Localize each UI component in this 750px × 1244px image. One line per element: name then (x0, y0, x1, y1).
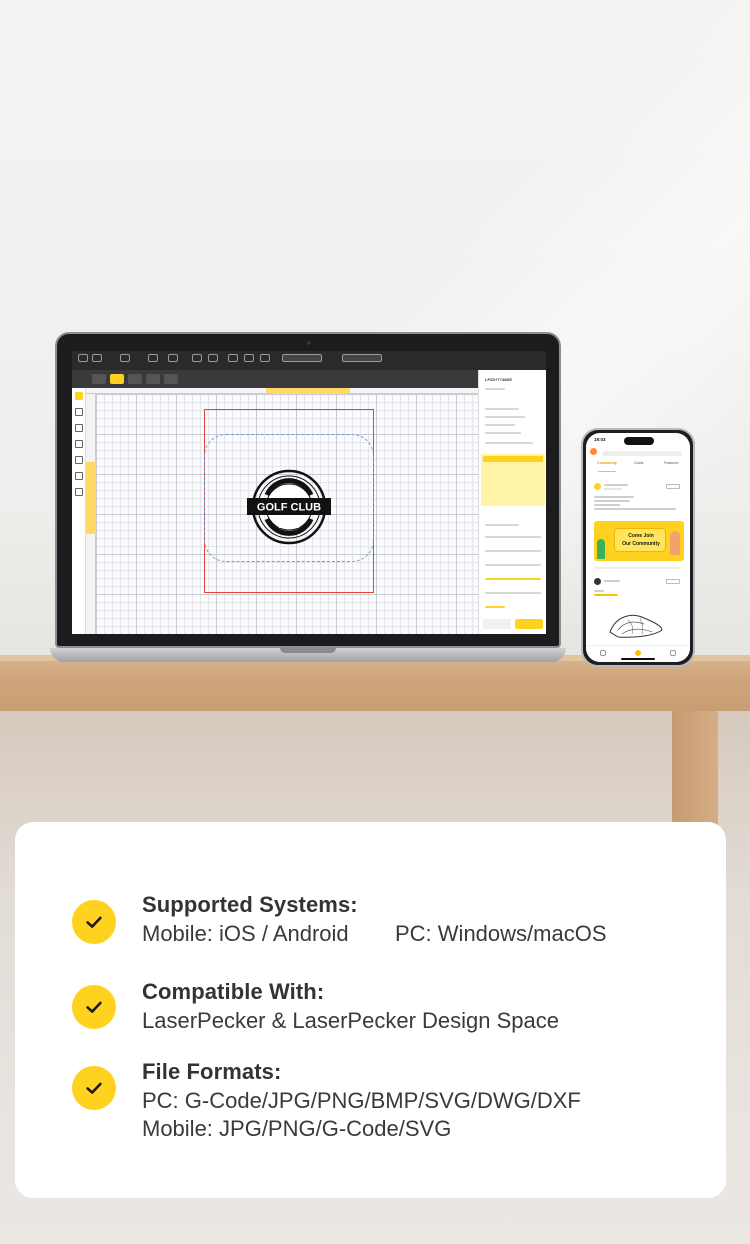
design-canvas[interactable]: GOLF CLUB ESTD 1960 (96, 394, 478, 634)
banner-line-2: Our Community (622, 541, 660, 547)
banner-line-1: Come Join (628, 533, 654, 539)
redo-icon[interactable] (92, 354, 102, 362)
phone-search-bar[interactable] (602, 451, 682, 456)
layer-icon[interactable] (208, 354, 218, 362)
systems-title: Supported Systems: (142, 892, 358, 917)
power-slider[interactable] (485, 578, 541, 580)
post-avatar (594, 483, 601, 490)
qr-tool-icon[interactable] (75, 488, 83, 496)
follow-button-2[interactable] (666, 579, 680, 584)
undo-icon[interactable] (78, 354, 88, 362)
tab-community[interactable]: Community (597, 461, 617, 465)
home-nav-icon[interactable] (600, 650, 606, 656)
profile-nav-icon[interactable] (670, 650, 676, 656)
layer-list[interactable] (481, 454, 545, 506)
import-icon[interactable] (120, 354, 130, 362)
preview-chip[interactable] (128, 374, 142, 384)
tab-guide[interactable]: Guide (634, 461, 644, 465)
app-subbar (72, 370, 546, 388)
tab-featured[interactable]: Featured (664, 461, 678, 465)
formats-mobile: Mobile: JPG/PNG/G-Code/SVG (142, 1116, 452, 1141)
setting-chip[interactable] (146, 374, 160, 384)
dynamic-island (624, 437, 654, 445)
line-tool-icon[interactable] (75, 472, 83, 480)
extra-chip[interactable] (164, 374, 178, 384)
laptop: GOLF CLUB ESTD 1960 LP2D+7748DE (55, 332, 561, 648)
size-fields[interactable] (282, 354, 322, 362)
laptop-screen: GOLF CLUB ESTD 1960 LP2D+7748DE (72, 351, 546, 634)
device-chip[interactable] (92, 374, 106, 384)
flip-icon[interactable] (228, 354, 238, 362)
formats-pc: PC: G-Code/JPG/PNG/BMP/SVG/DWG/DXF (142, 1088, 581, 1113)
check-circle-icon (72, 1066, 116, 1110)
device-title: LP2D+7748DE (485, 377, 513, 382)
app-toolbar (72, 351, 546, 370)
select-tool-icon[interactable] (75, 392, 83, 400)
check-circle-icon (72, 900, 116, 944)
image-tool-icon[interactable] (75, 440, 83, 448)
mirror-icon[interactable] (260, 354, 270, 362)
laptop-notch (280, 648, 336, 653)
phone-tabs: Community Guide Featured (586, 461, 690, 471)
tab-underline (598, 471, 616, 472)
compatible-title: Compatible With: (142, 979, 325, 1004)
post-avatar-2 (594, 578, 601, 585)
depth-slider[interactable] (485, 606, 505, 608)
group-icon[interactable] (192, 354, 202, 362)
phone-screen: 19:03 Community Guide Featured Come Join (586, 433, 690, 662)
logo-text: GOLF CLUB (257, 502, 321, 514)
text-tool-icon[interactable] (75, 456, 83, 464)
community-banner[interactable]: Come Join Our Community (594, 521, 684, 561)
logo-bottom-text: ESTD 1960 (279, 524, 300, 529)
order-icon[interactable] (244, 354, 254, 362)
check-circle-icon (72, 985, 116, 1029)
mode-chip[interactable] (110, 374, 124, 384)
systems-mobile: Mobile: iOS / Android (142, 921, 349, 946)
smartphone: 19:03 Community Guide Featured Come Join (581, 428, 695, 667)
systems-pc: PC: Windows/macOS (395, 921, 607, 946)
shape-icon[interactable] (148, 354, 158, 362)
ruler-vertical (86, 394, 96, 634)
position-fields[interactable] (342, 354, 382, 362)
start-button[interactable] (515, 619, 543, 629)
features-card: Supported Systems: Mobile: iOS / Android… (15, 822, 726, 1198)
pen-tool-icon[interactable] (75, 424, 83, 432)
engraving-sketch-image (609, 614, 663, 638)
compatible-line: LaserPecker & LaserPecker Design Space (142, 1008, 559, 1033)
follow-button[interactable] (666, 484, 680, 489)
hand-tool-icon[interactable] (75, 408, 83, 416)
formats-title: File Formats: (142, 1059, 282, 1084)
profile-avatar[interactable] (590, 448, 597, 455)
preview-button[interactable] (483, 619, 511, 629)
phone-time: 19:03 (594, 437, 606, 442)
left-toolbar (72, 388, 86, 634)
golf-club-logo[interactable]: GOLF CLUB ESTD 1960 (247, 465, 331, 549)
right-panel: LP2D+7748DE (478, 370, 546, 634)
home-indicator (621, 658, 655, 660)
align-icon[interactable] (168, 354, 178, 362)
webcam (307, 341, 311, 345)
community-nav-icon[interactable] (635, 650, 641, 656)
